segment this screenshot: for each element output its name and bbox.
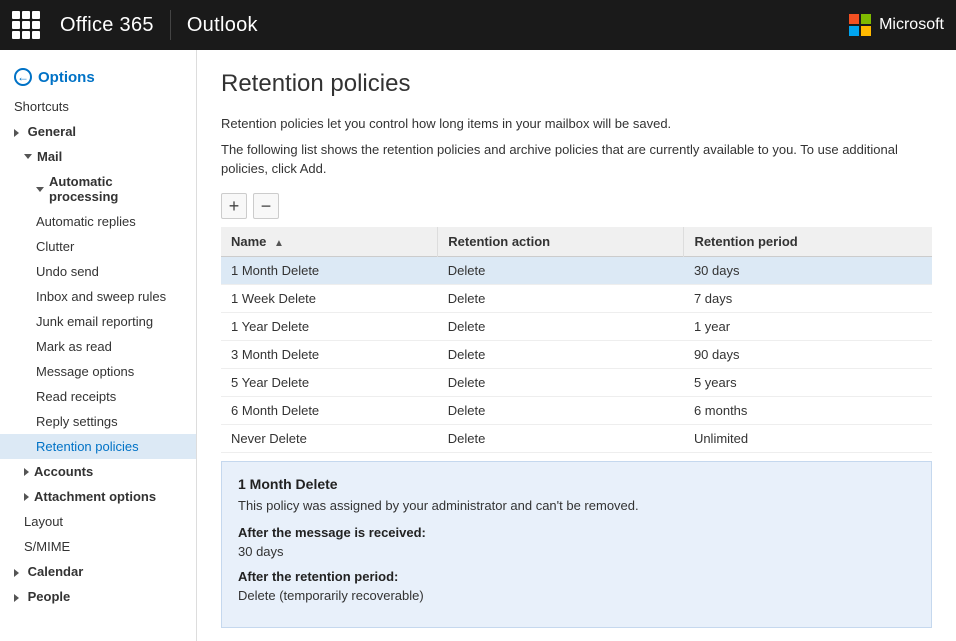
microsoft-logo: Microsoft: [849, 14, 944, 36]
cell-name: 6 Month Delete: [221, 396, 438, 424]
cell-name: 5 Year Delete: [221, 368, 438, 396]
topbar: Office 365 Outlook Microsoft: [0, 0, 956, 50]
cell-period: 5 years: [684, 368, 932, 396]
apps-grid-icon[interactable]: [12, 11, 40, 39]
back-icon: ←: [14, 68, 32, 86]
table-row[interactable]: 5 Year Delete Delete 5 years: [221, 368, 932, 396]
remove-button[interactable]: −: [253, 193, 279, 219]
attachment-collapse-icon: [24, 493, 29, 501]
ms-square-blue: [849, 26, 859, 36]
sidebar-item-calendar[interactable]: Calendar: [0, 559, 196, 584]
sidebar-item-shortcuts[interactable]: Shortcuts: [0, 94, 196, 119]
cell-name: 3 Month Delete: [221, 340, 438, 368]
cell-period: 7 days: [684, 284, 932, 312]
sidebar-item-smime[interactable]: S/MIME: [0, 534, 196, 559]
table-row[interactable]: 1 Month Delete Delete 30 days: [221, 256, 932, 284]
sidebar-item-mail[interactable]: Mail: [0, 144, 196, 169]
table-row[interactable]: 6 Month Delete Delete 6 months: [221, 396, 932, 424]
sidebar-item-general[interactable]: General: [0, 119, 196, 144]
page-title: Retention policies: [221, 70, 932, 98]
sidebar-item-inbox-sweep[interactable]: Inbox and sweep rules: [0, 284, 196, 309]
detail-after-received-label: After the message is received:: [238, 525, 915, 540]
sidebar-item-message-options[interactable]: Message options: [0, 359, 196, 384]
detail-note: This policy was assigned by your adminis…: [238, 498, 915, 513]
cell-period: 1 year: [684, 312, 932, 340]
accounts-collapse-icon: [24, 468, 29, 476]
sidebar-item-mark-as-read[interactable]: Mark as read: [0, 334, 196, 359]
cell-action: Delete: [438, 284, 684, 312]
table-row[interactable]: Never Delete Delete Unlimited: [221, 424, 932, 452]
ms-squares: [849, 14, 871, 36]
detail-title: 1 Month Delete: [238, 476, 915, 492]
cell-name: 1 Month Delete: [221, 256, 438, 284]
cell-action: Delete: [438, 396, 684, 424]
microsoft-name: Microsoft: [879, 16, 944, 34]
table-row[interactable]: 1 Week Delete Delete 7 days: [221, 284, 932, 312]
cell-period: 30 days: [684, 256, 932, 284]
toolbar: + −: [221, 193, 932, 219]
layout: ← Options Shortcuts General Mail Automat…: [0, 50, 956, 641]
detail-panel: 1 Month Delete This policy was assigned …: [221, 461, 932, 628]
col-period[interactable]: Retention period: [684, 227, 932, 257]
table-row[interactable]: 3 Month Delete Delete 90 days: [221, 340, 932, 368]
cell-period: 90 days: [684, 340, 932, 368]
add-button[interactable]: +: [221, 193, 247, 219]
outlook-label: Outlook: [187, 14, 258, 37]
cell-action: Delete: [438, 256, 684, 284]
sidebar: ← Options Shortcuts General Mail Automat…: [0, 50, 197, 641]
cell-period: 6 months: [684, 396, 932, 424]
policy-table: Name ▲ Retention action Retention period…: [221, 227, 932, 453]
auto-processing-collapse-icon: [36, 187, 44, 192]
sidebar-item-read-receipts[interactable]: Read receipts: [0, 384, 196, 409]
col-name[interactable]: Name ▲: [221, 227, 438, 257]
sidebar-item-clutter[interactable]: Clutter: [0, 234, 196, 259]
cell-action: Delete: [438, 340, 684, 368]
sidebar-item-accounts[interactable]: Accounts: [0, 459, 196, 484]
sidebar-item-automatic-replies[interactable]: Automatic replies: [0, 209, 196, 234]
sidebar-item-attachment-options[interactable]: Attachment options: [0, 484, 196, 509]
calendar-collapse-icon: [14, 569, 19, 577]
detail-after-received-value: 30 days: [238, 544, 915, 559]
sidebar-item-reply-settings[interactable]: Reply settings: [0, 409, 196, 434]
cell-action: Delete: [438, 424, 684, 452]
office365-label: Office 365: [56, 14, 154, 37]
sidebar-item-automatic-processing[interactable]: Automatic processing: [0, 169, 196, 209]
cell-name: Never Delete: [221, 424, 438, 452]
table-row[interactable]: 1 Year Delete Delete 1 year: [221, 312, 932, 340]
detail-after-retention-value: Delete (temporarily recoverable): [238, 588, 915, 603]
options-label: Options: [38, 69, 95, 86]
people-collapse-icon: [14, 594, 19, 602]
cell-period: Unlimited: [684, 424, 932, 452]
ms-square-yellow: [861, 26, 871, 36]
main-content: Retention policies Retention policies le…: [197, 50, 956, 641]
ms-square-green: [861, 14, 871, 24]
cell-action: Delete: [438, 368, 684, 396]
cell-name: 1 Week Delete: [221, 284, 438, 312]
sidebar-item-undo-send[interactable]: Undo send: [0, 259, 196, 284]
description1: Retention policies let you control how l…: [221, 114, 932, 134]
options-link[interactable]: ← Options: [0, 60, 196, 94]
col-action[interactable]: Retention action: [438, 227, 684, 257]
sidebar-item-layout[interactable]: Layout: [0, 509, 196, 534]
description2: The following list shows the retention p…: [221, 140, 932, 179]
sort-arrow: ▲: [274, 238, 284, 249]
general-collapse-icon: [14, 129, 19, 137]
table-header-row: Name ▲ Retention action Retention period: [221, 227, 932, 257]
sidebar-item-junk-email[interactable]: Junk email reporting: [0, 309, 196, 334]
topbar-divider: [170, 10, 171, 40]
detail-after-retention-label: After the retention period:: [238, 569, 915, 584]
cell-action: Delete: [438, 312, 684, 340]
sidebar-item-people[interactable]: People: [0, 584, 196, 609]
cell-name: 1 Year Delete: [221, 312, 438, 340]
sidebar-item-retention-policies[interactable]: Retention policies: [0, 434, 196, 459]
ms-square-red: [849, 14, 859, 24]
mail-collapse-icon: [24, 154, 32, 159]
